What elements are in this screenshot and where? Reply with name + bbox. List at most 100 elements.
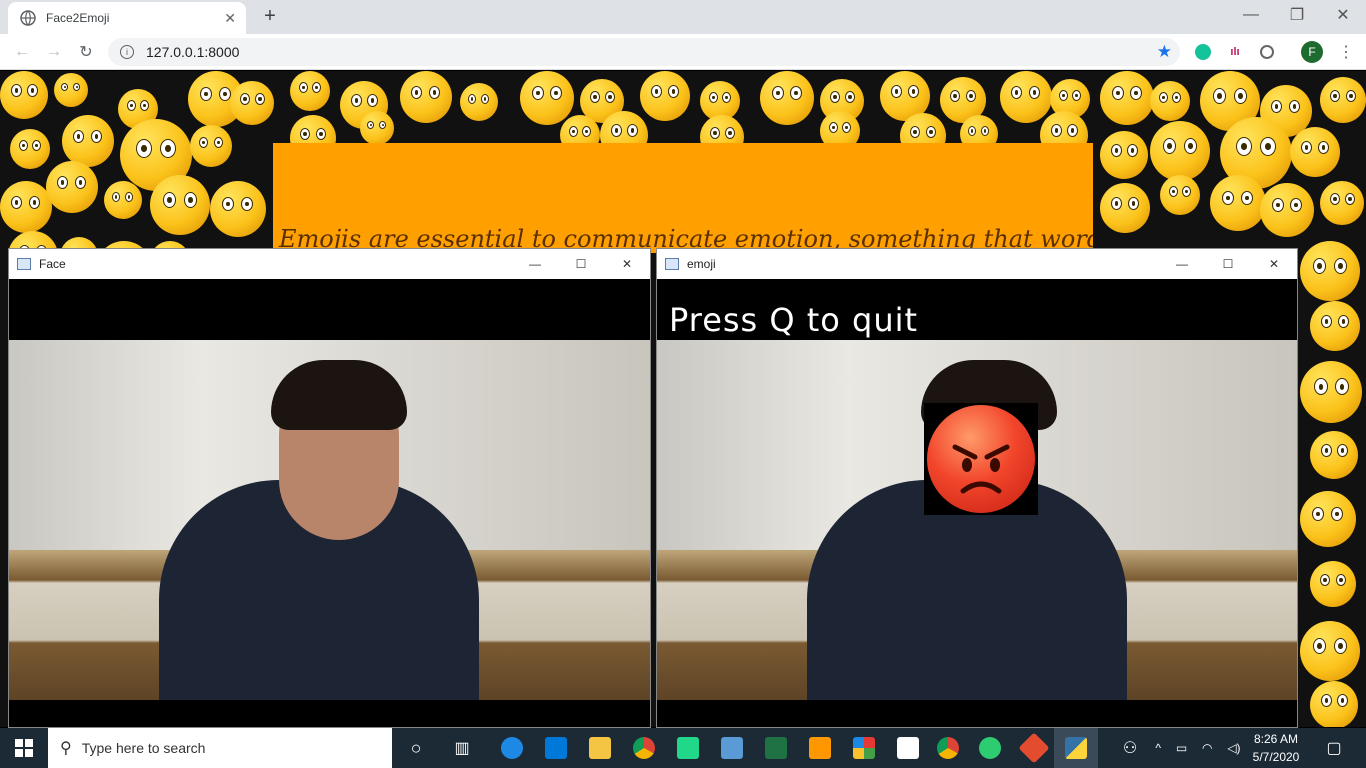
taskbar-search-box[interactable]: ⚲ Type here to search	[48, 728, 392, 768]
mail-icon[interactable]	[534, 728, 578, 768]
window-app-icon	[17, 258, 31, 270]
back-icon[interactable]: ←	[10, 40, 34, 64]
clock-time: 8:26 AM	[1253, 732, 1299, 746]
url-text: 127.0.0.1:8000	[146, 44, 240, 60]
task-view-icon[interactable]: ▥	[440, 728, 484, 768]
minimize-icon[interactable]: —	[1159, 249, 1205, 279]
background-emoji-icon	[460, 83, 498, 121]
close-icon[interactable]: ✕	[604, 249, 650, 279]
background-emoji-icon	[10, 129, 50, 169]
background-emoji-icon	[1320, 77, 1366, 123]
face-window-title: Face	[39, 257, 66, 271]
background-emoji-icon	[54, 73, 88, 107]
chrome-icon[interactable]	[926, 728, 970, 768]
emoji-window-titlebar[interactable]: emoji — ☐ ✕	[657, 249, 1297, 279]
profile-avatar[interactable]: F	[1301, 41, 1323, 63]
maximize-icon[interactable]: ☐	[558, 249, 604, 279]
orange-banner: Emojis are essential to communicate emot…	[273, 143, 1093, 253]
background-emoji-icon	[46, 161, 98, 213]
pycharm-icon[interactable]	[666, 728, 710, 768]
maximize-icon[interactable]: ☐	[1205, 249, 1251, 279]
tray-chevron-icon[interactable]: ^	[1155, 741, 1161, 755]
tab-title: Face2Emoji	[46, 11, 110, 25]
background-emoji-icon	[210, 181, 266, 237]
restore-icon[interactable]: ❐	[1274, 0, 1320, 30]
face-window-titlebar[interactable]: Face — ☐ ✕	[9, 249, 650, 279]
browser-tab[interactable]: Face2Emoji ✕	[8, 2, 246, 34]
edge-icon[interactable]	[490, 728, 534, 768]
battery-icon[interactable]: ▭	[1176, 741, 1187, 755]
info-icon[interactable]: i	[120, 45, 134, 59]
clock-date: 5/7/2020	[1252, 750, 1300, 764]
volume-icon[interactable]: ◁)	[1227, 741, 1240, 755]
search-placeholder: Type here to search	[81, 740, 206, 756]
minimize-icon[interactable]: —	[1228, 0, 1274, 30]
background-emoji-icon	[1310, 301, 1360, 351]
extension-person-icon[interactable]	[1257, 42, 1277, 62]
background-emoji-icon	[520, 71, 574, 125]
window-app-icon	[665, 258, 679, 270]
background-emoji-icon	[1310, 681, 1358, 727]
background-emoji-icon	[1260, 183, 1314, 237]
wifi-icon[interactable]: ◠	[1202, 741, 1212, 755]
maps-app-icon[interactable]	[968, 728, 1012, 768]
background-emoji-icon	[1310, 561, 1356, 607]
emoji-video-canvas: Press Q to quit	[657, 279, 1297, 727]
background-emoji-icon	[360, 111, 394, 145]
cortana-icon[interactable]: ○	[394, 728, 438, 768]
background-emoji-icon	[62, 115, 114, 167]
globe-icon	[20, 10, 36, 26]
system-tray[interactable]: ^ ▭ ◠ ◁)	[1148, 728, 1248, 768]
face-video-canvas	[9, 279, 650, 727]
reload-icon[interactable]: ↻	[74, 40, 98, 64]
windows-start-icon[interactable]	[0, 728, 48, 768]
background-emoji-icon	[1150, 121, 1210, 181]
background-emoji-icon	[1100, 183, 1150, 233]
close-window-icon[interactable]: ✕	[1320, 0, 1366, 30]
store-icon[interactable]	[886, 728, 930, 768]
face-window: Face — ☐ ✕	[8, 248, 651, 728]
network-app-icon[interactable]	[710, 728, 754, 768]
notification-icon[interactable]: ▢	[1312, 728, 1356, 768]
background-emoji-icon	[640, 71, 690, 121]
grammarly-icon[interactable]	[1193, 42, 1213, 62]
tiles-app-icon[interactable]	[842, 728, 886, 768]
address-bar[interactable]: i 127.0.0.1:8000 ★	[108, 38, 1180, 66]
background-emoji-icon	[1160, 175, 1200, 215]
forward-icon[interactable]: →	[42, 40, 66, 64]
background-emoji-icon	[760, 71, 814, 125]
search-icon: ⚲	[60, 740, 72, 757]
background-emoji-icon	[290, 71, 330, 111]
background-emoji-icon	[1290, 127, 1340, 177]
background-emoji-icon	[230, 81, 274, 125]
chrome-profile-icon[interactable]	[622, 728, 666, 768]
bookmark-star-icon[interactable]: ★	[1157, 42, 1172, 62]
git-app-icon[interactable]	[1012, 728, 1056, 768]
taskbar-clock[interactable]: 8:26 AM 5/7/2020	[1246, 730, 1306, 766]
browser-tabstrip: Face2Emoji ✕ + — ❐ ✕	[0, 0, 1366, 34]
minimize-icon[interactable]: —	[512, 249, 558, 279]
background-emoji-icon	[0, 181, 52, 233]
background-emoji-icon	[1150, 81, 1190, 121]
background-emoji-icon	[1100, 131, 1148, 179]
background-emoji-icon	[0, 71, 48, 119]
background-emoji-icon	[1210, 175, 1266, 231]
people-icon[interactable]: ⚇	[1108, 728, 1152, 768]
background-emoji-icon	[1300, 241, 1360, 301]
extension-bars-icon[interactable]: ılı	[1225, 42, 1245, 62]
tab-close-icon[interactable]: ✕	[224, 10, 236, 27]
webcam-frame	[657, 340, 1297, 700]
close-icon[interactable]: ✕	[1251, 249, 1297, 279]
file-explorer-icon[interactable]	[578, 728, 622, 768]
background-emoji-icon	[1320, 181, 1364, 225]
excel-icon[interactable]	[754, 728, 798, 768]
emoji-window-title: emoji	[687, 257, 716, 271]
background-emoji-icon	[1310, 431, 1358, 479]
new-tab-icon[interactable]: +	[258, 4, 282, 28]
background-emoji-icon	[104, 181, 142, 219]
sublime-text-icon[interactable]	[798, 728, 842, 768]
python-icon[interactable]	[1054, 728, 1098, 768]
background-emoji-icon	[190, 125, 232, 167]
browser-toolbar: ← → ↻ i 127.0.0.1:8000 ★ ılı F ⋮	[0, 34, 1366, 70]
menu-dots-icon[interactable]: ⋮	[1336, 42, 1356, 62]
